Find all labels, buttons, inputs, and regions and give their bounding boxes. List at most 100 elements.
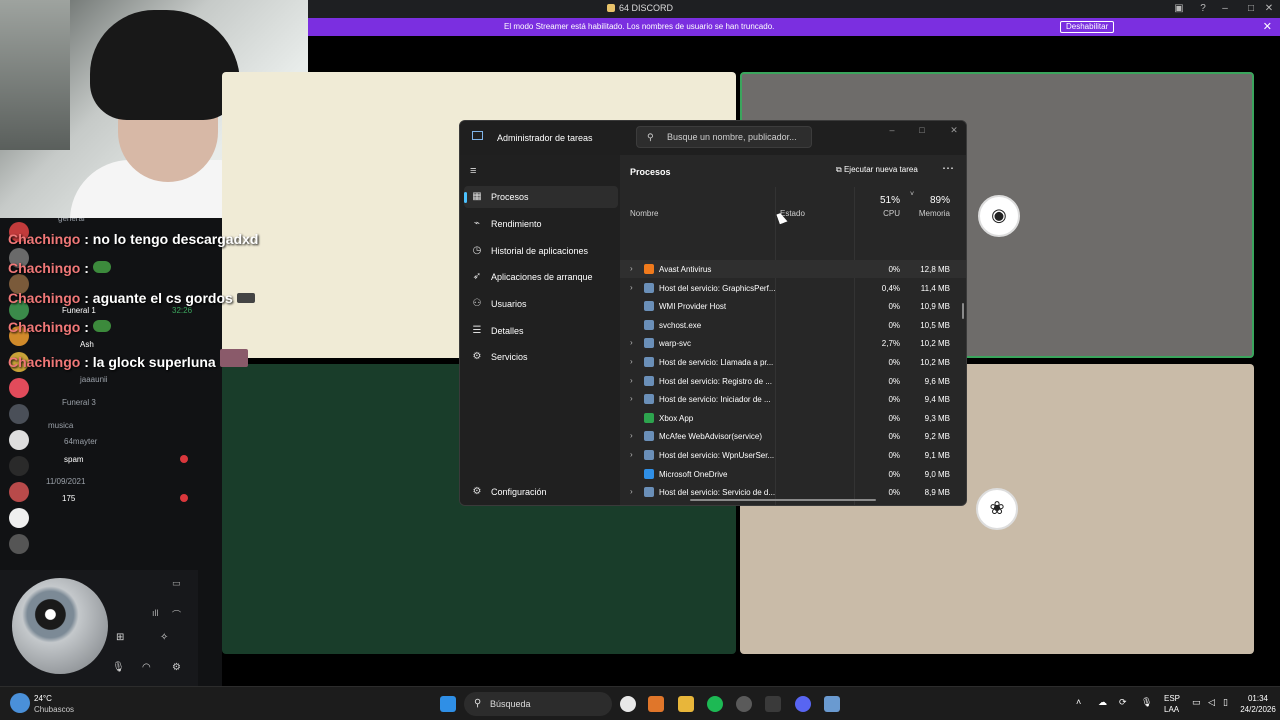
server-icon[interactable] xyxy=(9,508,29,528)
nav-item-servicios[interactable]: ⚙ Servicios xyxy=(464,346,618,368)
voice-member[interactable]: jaaaunii xyxy=(80,375,108,384)
language-bottom[interactable]: LAA xyxy=(1164,705,1179,714)
screen-share-icon[interactable]: ▣ xyxy=(1172,2,1186,16)
network-icon[interactable]: ▭ xyxy=(1192,697,1201,708)
settings-icon[interactable]: ⚙ xyxy=(172,662,181,673)
activities-icon[interactable]: ⊞ xyxy=(116,632,124,643)
discord-icon[interactable] xyxy=(795,696,811,712)
expand-chevron-icon[interactable]: › xyxy=(630,376,633,385)
voice-channel-funeral3[interactable]: Funeral 3 xyxy=(62,398,96,407)
minimize-button[interactable]: – xyxy=(1218,2,1232,16)
process-row[interactable]: Microsoft OneDrive 0% 9,0 MB xyxy=(620,465,966,483)
process-icon xyxy=(644,319,654,330)
sync-icon[interactable]: ⟳ xyxy=(1119,697,1127,708)
browser-icon[interactable] xyxy=(648,696,664,712)
expand-chevron-icon[interactable]: › xyxy=(630,394,633,403)
process-row[interactable]: › McAfee WebAdvisor(service) 0% 9,2 MB xyxy=(620,427,966,445)
nav-item-rendimiento[interactable]: ⌁ Rendimiento xyxy=(464,213,618,235)
channel-64mayter[interactable]: 64mayter xyxy=(64,437,97,446)
language-top[interactable]: ESP xyxy=(1164,694,1180,703)
disconnect-icon[interactable]: ⌒ xyxy=(172,608,181,621)
taskbar-search[interactable]: ⚲ Búsqueda xyxy=(464,692,612,716)
close-icon[interactable]: ✕ xyxy=(1263,20,1272,33)
expand-chevron-icon[interactable]: › xyxy=(630,283,633,292)
chat-message: Chachingo : xyxy=(8,260,111,276)
column-memory[interactable]: Memoria xyxy=(908,209,950,218)
process-row[interactable]: Xbox App 0% 9,3 MB xyxy=(620,409,966,427)
process-row[interactable]: svchost.exe 0% 10,5 MB xyxy=(620,316,966,334)
run-new-task-button[interactable]: ⧉ Ejecutar nueva tarea xyxy=(836,165,918,175)
maximize-button[interactable]: □ xyxy=(1244,2,1258,16)
streamer-mode-banner: El modo Streamer está habilitado. Los no… xyxy=(308,18,1280,36)
vertical-scrollbar[interactable] xyxy=(962,303,964,319)
disable-streamer-button[interactable]: Deshabilitar xyxy=(1060,21,1115,33)
chrome-icon[interactable] xyxy=(620,696,636,712)
voice-member[interactable]: Ash xyxy=(80,340,94,349)
microphone-icon[interactable]: 🎙 xyxy=(1141,697,1152,708)
expand-chevron-icon[interactable]: › xyxy=(630,487,633,496)
nav-item-configuracion[interactable]: ⚙ Configuración xyxy=(464,481,618,503)
server-icon[interactable] xyxy=(9,430,29,450)
process-row[interactable]: › Avast Antivirus 0% 12,8 MB xyxy=(620,260,966,278)
more-options-icon[interactable]: ⋯ xyxy=(942,161,954,175)
process-row[interactable]: ›Host del servicio: Instrumental...0,9%8… xyxy=(620,502,966,505)
weather-temp[interactable]: 24°C xyxy=(34,694,52,703)
help-icon[interactable]: ? xyxy=(1196,2,1210,16)
search-input[interactable]: ⚲ Busque un nombre, publicador... xyxy=(636,126,812,148)
app-icon[interactable] xyxy=(736,696,752,712)
process-cpu: 2,7% xyxy=(881,339,900,349)
server-icon[interactable] xyxy=(9,482,29,502)
battery-icon[interactable]: ▯ xyxy=(1223,697,1228,708)
channel-175[interactable]: 175 xyxy=(62,494,75,503)
start-button-icon[interactable] xyxy=(440,696,456,712)
minimize-button[interactable]: – xyxy=(882,125,902,139)
nav-item-detalles[interactable]: ☰ Detalles xyxy=(464,320,618,342)
app-icon[interactable] xyxy=(765,696,781,712)
process-row[interactable]: WMI Provider Host 0% 10,9 MB xyxy=(620,297,966,315)
nav-item-historial[interactable]: ◷ Historial de aplicaciones xyxy=(464,240,618,262)
nav-item-arranque[interactable]: ➶ Aplicaciones de arranque xyxy=(464,266,618,288)
show-hidden-icons[interactable]: ˄ xyxy=(1076,697,1081,707)
expand-chevron-icon[interactable]: › xyxy=(630,357,633,366)
clock-date[interactable]: 24/2/2026 xyxy=(1238,705,1278,714)
server-icon[interactable] xyxy=(9,378,29,398)
column-cpu[interactable]: CPU xyxy=(858,209,900,218)
category-musica[interactable]: musica xyxy=(48,421,73,430)
server-icon[interactable] xyxy=(9,456,29,476)
column-name[interactable]: Nombre xyxy=(630,209,658,218)
expand-chevron-icon[interactable]: › xyxy=(630,264,633,273)
expand-chevron-icon[interactable]: › xyxy=(630,431,633,440)
process-row[interactable]: › Host del servicio: WpnUserSer... 0% 9,1 M… xyxy=(620,446,966,464)
hamburger-menu-icon[interactable]: ≡ xyxy=(470,165,476,177)
close-button[interactable]: ✕ xyxy=(944,125,964,139)
process-row[interactable]: › warp-svc 2,7% 10,2 MB xyxy=(620,334,966,352)
nav-item-procesos[interactable]: ▦ Procesos xyxy=(464,186,618,208)
expand-chevron-icon[interactable]: › xyxy=(630,450,633,459)
close-button[interactable]: ✕ xyxy=(1262,2,1276,16)
category-date[interactable]: 11/09/2021 xyxy=(46,477,85,486)
file-explorer-icon[interactable] xyxy=(678,696,694,712)
onedrive-icon[interactable]: ☁ xyxy=(1098,697,1107,708)
weather-desc[interactable]: Chubascos xyxy=(34,705,74,714)
server-icon[interactable] xyxy=(9,404,29,424)
server-icon[interactable] xyxy=(9,534,29,554)
process-row[interactable]: › Host de servicio: Llamada a pr... 0% 10,2… xyxy=(620,353,966,371)
task-manager-icon[interactable] xyxy=(824,696,840,712)
microphone-icon[interactable]: 🎙 xyxy=(112,662,125,673)
clock-time[interactable]: 01:34 xyxy=(1244,694,1272,703)
process-row[interactable]: › Host de servicio: Iniciador de ... 0% 9,4… xyxy=(620,390,966,408)
channel-spam[interactable]: spam xyxy=(64,455,84,464)
maximize-button[interactable]: □ xyxy=(912,125,932,139)
process-row[interactable]: › Host del servicio: GraphicsPerf... 0,4% 1… xyxy=(620,279,966,297)
soundboard-icon[interactable]: ✧ xyxy=(160,632,168,643)
voice-channel-funeral1[interactable]: Funeral 1 xyxy=(62,306,96,315)
screen-icon[interactable]: ▭ xyxy=(172,578,181,589)
expand-chevron-icon[interactable]: › xyxy=(630,338,633,347)
headphones-icon[interactable]: ◠ xyxy=(142,662,151,673)
spotify-icon[interactable] xyxy=(707,696,723,712)
process-row[interactable]: › Host del servicio: Registro de ... 0% 9,6… xyxy=(620,372,966,390)
nav-item-usuarios[interactable]: ⚇ Usuarios xyxy=(464,293,618,315)
horizontal-scrollbar[interactable] xyxy=(690,499,876,501)
weather-icon[interactable] xyxy=(10,693,30,713)
volume-icon[interactable]: ◁ xyxy=(1208,697,1215,708)
